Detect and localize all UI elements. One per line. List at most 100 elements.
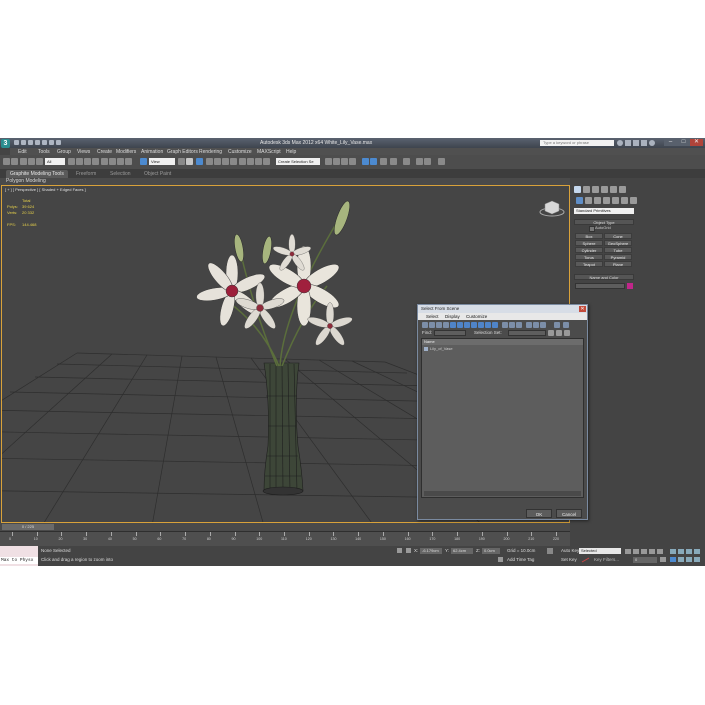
sort-icon[interactable]	[564, 330, 570, 336]
motion-tab-icon[interactable]	[601, 186, 608, 193]
dialog-menu-customize[interactable]: Customize	[466, 314, 487, 319]
teapot-render-icon[interactable]	[438, 158, 445, 165]
zoom-all-icon[interactable]	[678, 549, 684, 554]
go-to-start-icon[interactable]	[625, 549, 631, 554]
dialog-menu-select[interactable]: Select	[426, 314, 439, 319]
time-tag-icon[interactable]	[498, 557, 503, 562]
minimize-button[interactable]: –	[664, 139, 677, 146]
go-to-end-icon[interactable]	[657, 549, 663, 554]
dialog-close-button[interactable]: ✕	[579, 306, 586, 312]
key-mode-icon[interactable]	[547, 548, 553, 554]
render-production-icon[interactable]	[380, 158, 387, 165]
undo-icon[interactable]	[35, 140, 40, 145]
z-coordinate-field[interactable]: 0.0cm	[482, 548, 500, 554]
display-invert-icon[interactable]	[516, 322, 522, 328]
cameras-icon[interactable]	[603, 197, 610, 204]
maximize-button[interactable]: □	[677, 139, 690, 146]
viewport-label[interactable]: [ + ] [ Perspective ] [ Shaded + Edged F…	[5, 187, 86, 192]
name-column-header[interactable]: Name	[422, 339, 583, 345]
redo-icon[interactable]	[11, 158, 18, 165]
activeshade-icon[interactable]	[403, 158, 410, 165]
edit-named-selection-icon[interactable]	[239, 158, 246, 165]
lights-icon[interactable]	[594, 197, 601, 204]
select-place-icon[interactable]	[125, 158, 132, 165]
manipulate-icon[interactable]	[186, 158, 193, 165]
display-frozen-icon[interactable]	[492, 322, 498, 328]
filter-icon[interactable]	[554, 322, 560, 328]
current-frame-field[interactable]: 0	[633, 557, 657, 563]
lock-selection-icon[interactable]	[397, 548, 402, 553]
display-all-icon[interactable]	[502, 322, 508, 328]
time-config-icon[interactable]	[660, 557, 666, 562]
select-by-name-icon[interactable]	[76, 158, 83, 165]
zoom-icon[interactable]	[670, 549, 676, 554]
hierarchy-tab-icon[interactable]	[592, 186, 599, 193]
layer-manager-icon[interactable]	[263, 158, 270, 165]
modify-tab-icon[interactable]	[583, 186, 590, 193]
hold-icon[interactable]	[49, 140, 54, 145]
display-lights-icon[interactable]	[436, 322, 442, 328]
teapot-button[interactable]: Teapot	[575, 261, 603, 267]
tab-freeform[interactable]: Freeform	[72, 170, 100, 178]
zoom-extents-all-icon[interactable]	[694, 549, 700, 554]
new-file-icon[interactable]	[14, 140, 19, 145]
help-icon[interactable]	[649, 140, 655, 146]
key-mode-select[interactable]: Selected	[579, 548, 621, 554]
select-invert-icon[interactable]	[540, 322, 546, 328]
object-color-swatch[interactable]	[627, 283, 633, 289]
favorites-icon[interactable]	[641, 140, 647, 146]
orbit-icon[interactable]	[686, 557, 692, 562]
sync-selection-icon[interactable]	[563, 322, 569, 328]
communication-icon[interactable]	[633, 140, 639, 146]
select-scale-icon[interactable]	[117, 158, 124, 165]
unlink-icon[interactable]	[28, 158, 35, 165]
scene-object-list[interactable]: Name Lily_of_Vase	[421, 338, 584, 498]
selection-filter-select[interactable]: All	[45, 158, 65, 165]
shapes-icon[interactable]	[585, 197, 592, 204]
display-helpers-icon[interactable]	[450, 322, 456, 328]
geosphere-button[interactable]: GeoSphere	[604, 240, 632, 246]
cylinder-button[interactable]: Cylinder	[575, 247, 603, 253]
bind-space-warp-icon[interactable]	[36, 158, 43, 165]
systems-icon[interactable]	[630, 197, 637, 204]
display-xrefs-icon[interactable]	[471, 322, 477, 328]
play-icon[interactable]	[641, 549, 647, 554]
find-input[interactable]	[434, 330, 466, 336]
name-color-rollout[interactable]: Name and Color	[574, 274, 634, 280]
zoom-extents-icon[interactable]	[686, 549, 692, 554]
fetch-icon[interactable]	[56, 140, 61, 145]
open-file-icon[interactable]	[21, 140, 26, 145]
category-select[interactable]: Standard Primitives	[574, 208, 634, 214]
dialog-title[interactable]: Select From Scene	[418, 305, 587, 313]
timeline-ruler[interactable]: 0 10 20 30 40 50 60 70 80 90 100 110 120 130 140 150 160…	[0, 531, 570, 547]
display-geometry-icon[interactable]	[422, 322, 428, 328]
create-tab-icon[interactable]	[574, 186, 581, 193]
geometry-icon[interactable]	[576, 197, 583, 204]
list-item[interactable]: Lily_of_Vase	[422, 346, 583, 352]
add-time-tag[interactable]: Add Time Tag	[507, 557, 534, 562]
redo-icon[interactable]	[42, 140, 47, 145]
field-of-view-icon[interactable]	[670, 557, 676, 562]
spinner-snap-icon[interactable]	[230, 158, 237, 165]
box-button[interactable]: Box	[575, 233, 603, 239]
display-shapes-icon[interactable]	[429, 322, 435, 328]
ok-button[interactable]: OK	[526, 509, 552, 518]
x-coordinate-field[interactable]: -6.179cm	[420, 548, 442, 554]
tube-button[interactable]: Tube	[604, 247, 632, 253]
time-slider-thumb[interactable]: 0 / 225	[2, 524, 54, 530]
select-rotate-icon[interactable]	[109, 158, 116, 165]
environment-icon[interactable]	[424, 158, 431, 165]
horizontal-scrollbar[interactable]	[424, 491, 581, 496]
select-all-icon[interactable]	[526, 322, 532, 328]
angle-snap-icon[interactable]	[214, 158, 221, 165]
material-editor-icon[interactable]	[349, 158, 356, 165]
app-logo-icon[interactable]: 3	[1, 139, 10, 148]
absolute-mode-icon[interactable]	[406, 548, 411, 553]
display-tab-icon[interactable]	[610, 186, 617, 193]
render-frame-window-icon[interactable]	[416, 158, 423, 165]
maxscript-input[interactable]: Max to Physx	[0, 557, 38, 564]
undo-icon[interactable]	[3, 158, 10, 165]
align-icon[interactable]	[255, 158, 262, 165]
graphite-toggle-icon[interactable]	[325, 158, 332, 165]
pyramid-button[interactable]: Pyramid	[604, 254, 632, 260]
